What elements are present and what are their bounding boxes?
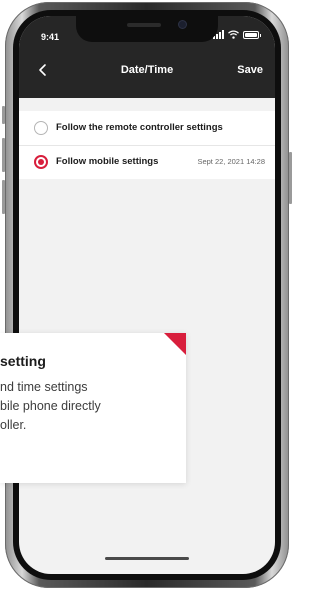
option-label: Follow the remote controller settings	[56, 122, 223, 133]
home-indicator[interactable]	[105, 557, 189, 560]
date-time-options: Follow the remote controller settings Fo…	[19, 111, 275, 179]
callout-line: bile phone directly	[0, 399, 101, 413]
front-camera	[179, 21, 186, 28]
option-remote-controller[interactable]: Follow the remote controller settings	[19, 111, 275, 145]
status-icons	[213, 30, 261, 39]
radio-unchecked[interactable]	[34, 121, 48, 135]
option-label: Follow mobile settings	[56, 156, 159, 167]
info-callout: setting nd time settings bile phone dire…	[0, 333, 186, 483]
status-time: 9:41	[41, 32, 60, 42]
radio-checked[interactable]	[34, 155, 48, 169]
speaker	[127, 23, 161, 27]
option-mobile-settings[interactable]: Follow mobile settings Sept 22, 2021 14:…	[19, 145, 275, 179]
phone-bezel: 9:41 Date/Time Save Follow the remote co…	[13, 10, 281, 580]
callout-line: oller.	[0, 418, 27, 432]
notch	[76, 16, 218, 42]
callout-corner-accent	[164, 333, 186, 355]
wifi-icon	[228, 30, 239, 39]
power-button	[289, 152, 292, 204]
callout-title: setting	[0, 353, 46, 369]
volume-up-button	[2, 138, 5, 172]
save-button[interactable]: Save	[237, 64, 263, 76]
callout-line: nd time settings	[0, 380, 88, 394]
phone-screen: 9:41 Date/Time Save Follow the remote co…	[19, 16, 275, 574]
callout-body: nd time settings bile phone directly oll…	[0, 378, 101, 435]
battery-icon	[243, 30, 261, 39]
phone-frame: 9:41 Date/Time Save Follow the remote co…	[2, 2, 292, 588]
top-navbar: 9:41 Date/Time Save	[19, 16, 275, 98]
mute-switch	[2, 106, 5, 124]
option-datetime-value: Sept 22, 2021 14:28	[197, 157, 265, 166]
volume-down-button	[2, 180, 5, 214]
